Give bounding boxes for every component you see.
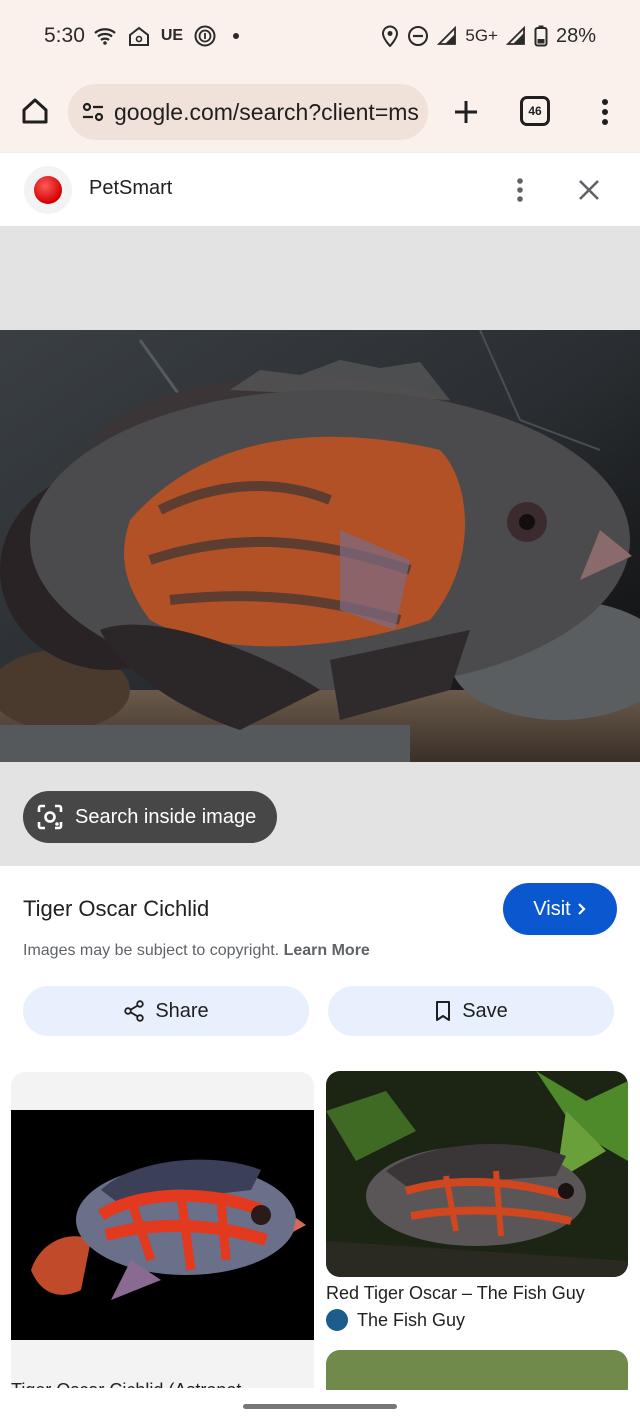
site-settings-icon[interactable]	[80, 99, 106, 125]
learn-more-link[interactable]: Learn More	[284, 942, 370, 959]
close-button[interactable]	[572, 173, 606, 207]
search-inside-image-button[interactable]: Search inside image	[23, 791, 277, 843]
image-viewer: Search inside image	[0, 226, 640, 866]
tab-count: 46	[528, 104, 542, 118]
related-image-card[interactable]: Tiger Oscar Cichlid (Astronot	[11, 1072, 314, 1388]
source-more-button[interactable]	[506, 173, 534, 207]
home-icon	[128, 26, 149, 46]
signal-icon	[437, 26, 457, 45]
main-image[interactable]	[0, 330, 640, 762]
related-source-name-2: The Fish Guy	[357, 1309, 466, 1330]
battery-level: 28%	[555, 24, 596, 47]
browser-toolbar: google.com/search?client=ms 46	[0, 72, 640, 152]
fingerprint-icon	[194, 25, 216, 47]
share-button[interactable]: Share	[23, 986, 309, 1036]
bookmark-icon	[436, 1001, 451, 1021]
share-icon	[124, 1000, 145, 1022]
signal-icon-2	[505, 26, 525, 45]
more-vert-icon	[517, 178, 523, 202]
save-button[interactable]: Save	[328, 986, 614, 1036]
system-nav-bar	[0, 1390, 640, 1424]
related-image-card-3[interactable]	[326, 1350, 628, 1390]
home-icon	[22, 98, 48, 124]
save-label: Save	[462, 999, 508, 1022]
related-image[interactable]	[11, 1110, 314, 1340]
url-bar[interactable]: google.com/search?client=ms	[68, 84, 428, 140]
related-caption[interactable]: Tiger Oscar Cichlid (Astronot	[11, 1380, 314, 1388]
related-caption-2[interactable]: Red Tiger Oscar – The Fish Guy	[326, 1283, 585, 1304]
url-text[interactable]: google.com/search?client=ms	[114, 99, 419, 126]
new-tab-button[interactable]	[444, 90, 488, 134]
status-bar: 5:30 UE 5G+ 28%	[0, 0, 640, 72]
close-icon	[579, 180, 599, 200]
source-name[interactable]: PetSmart	[89, 177, 172, 200]
location-icon	[382, 25, 399, 47]
petsmart-logo-icon	[34, 176, 62, 204]
gesture-handle[interactable]	[243, 1404, 397, 1409]
carrier-badge: UE	[160, 27, 184, 44]
related-image-2[interactable]	[326, 1071, 628, 1277]
lens-icon	[37, 804, 63, 830]
fish-guy-favicon-icon	[326, 1309, 348, 1331]
notification-dot	[233, 33, 240, 39]
related-image-card-2[interactable]	[326, 1071, 628, 1277]
copyright-text: Images may be subject to copyright.	[23, 942, 280, 959]
chevron-right-icon	[577, 903, 586, 915]
battery-icon	[534, 25, 548, 47]
browser-menu-button[interactable]	[590, 90, 620, 134]
visit-label: Visit	[533, 897, 571, 920]
wifi-icon	[94, 28, 116, 45]
copyright-notice: Images may be subject to copyright. Lear…	[23, 942, 370, 960]
network-label: 5G+	[465, 26, 498, 45]
related-source-2[interactable]: The Fish Guy	[326, 1309, 465, 1331]
lens-label: Search inside image	[75, 805, 257, 828]
image-title[interactable]: Tiger Oscar Cichlid	[23, 896, 209, 922]
more-vert-icon	[602, 99, 608, 125]
source-logo[interactable]	[24, 166, 72, 214]
dnd-icon	[408, 26, 429, 46]
home-button[interactable]	[14, 90, 56, 132]
visit-button[interactable]: Visit	[503, 883, 617, 935]
clock: 5:30	[44, 24, 85, 47]
image-source-bar: PetSmart	[0, 152, 640, 227]
tab-switcher-button[interactable]: 46	[520, 96, 550, 126]
share-label: Share	[155, 999, 209, 1022]
plus-icon	[455, 101, 477, 123]
